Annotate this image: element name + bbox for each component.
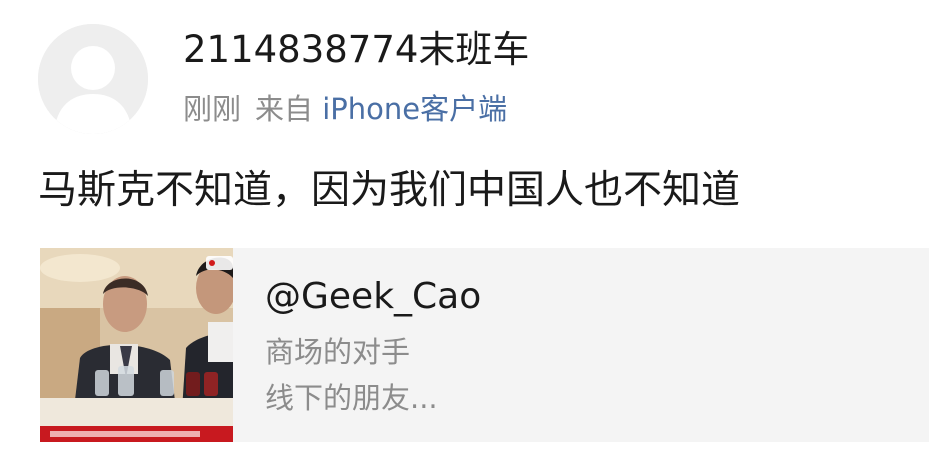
source-link[interactable]: iPhone客户端 bbox=[322, 92, 507, 126]
repost-card[interactable]: @Geek_Cao 商场的对手 线下的朋友... bbox=[40, 248, 929, 442]
source-prefix: 来自 bbox=[255, 92, 314, 126]
default-avatar-icon bbox=[38, 24, 148, 134]
repost-text-line: 线下的朋友... bbox=[265, 381, 438, 415]
repost-text-line: 商场的对手 bbox=[265, 335, 411, 369]
repost-author[interactable]: @Geek_Cao bbox=[265, 274, 481, 320]
username[interactable]: 2114838774末班车 bbox=[183, 26, 529, 74]
repost-thumbnail[interactable] bbox=[40, 248, 233, 442]
avatar[interactable] bbox=[38, 24, 148, 134]
post-text: 马斯克不知道，因为我们中国人也不知道 bbox=[38, 168, 741, 213]
video-thumbnail-image bbox=[40, 248, 233, 442]
post-meta: 刚刚 来自 iPhone客户端 bbox=[183, 88, 507, 130]
post-time: 刚刚 bbox=[183, 92, 242, 126]
weibo-post: 2114838774末班车 刚刚 来自 iPhone客户端 马斯克不知道，因为我们… bbox=[0, 0, 929, 476]
